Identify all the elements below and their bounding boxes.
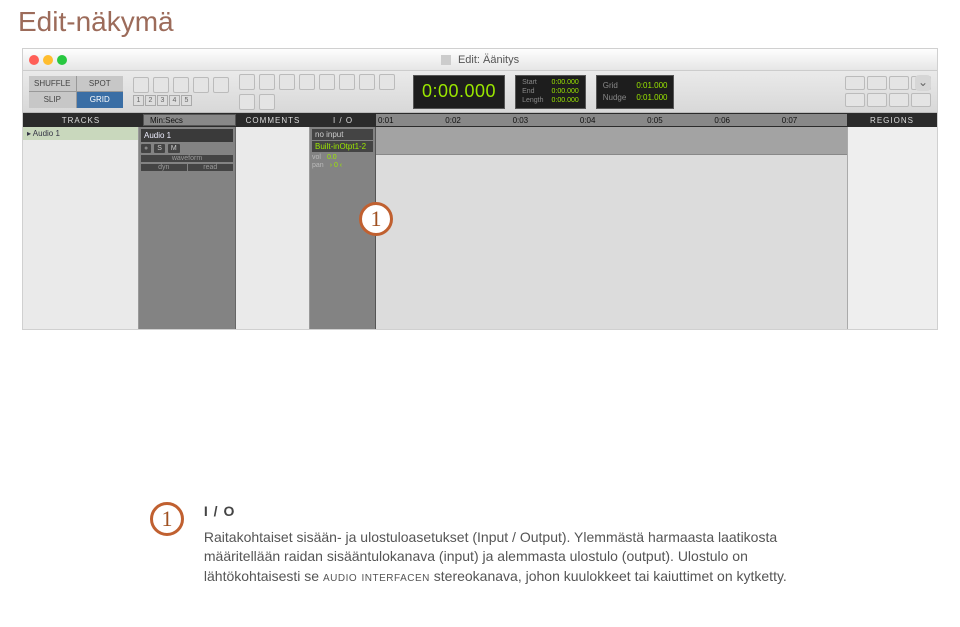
zoom-tools[interactable] xyxy=(133,77,229,93)
pan-label: pan xyxy=(312,162,324,169)
tracks-list[interactable]: ▸ Audio 1 xyxy=(23,127,139,329)
mute-button[interactable]: M xyxy=(168,144,180,153)
edit-tools[interactable] xyxy=(239,74,399,110)
callout-marker-1: 1 xyxy=(359,202,393,236)
toolbar-collapse-icon[interactable]: ⌄ xyxy=(915,75,931,91)
caption-1: 1 I / O Raitakohtaiset sisään- ja ulostu… xyxy=(150,502,840,586)
selection-counters: Start0:00.000 End0:00.000 Length0:00.000 xyxy=(515,75,586,109)
stop-icon[interactable] xyxy=(867,76,887,90)
ffwd-icon[interactable] xyxy=(889,93,909,107)
page-title: Edit-näkymä xyxy=(0,0,960,46)
track-list-name: Audio 1 xyxy=(33,129,60,138)
timebase-selector[interactable]: Min:Secs xyxy=(143,114,236,126)
goto-end-icon[interactable] xyxy=(911,93,931,107)
track-lane[interactable] xyxy=(376,127,847,155)
regions-header: REGIONS xyxy=(847,116,937,125)
minimize-icon[interactable] xyxy=(43,55,53,65)
mode-spot[interactable]: SPOT xyxy=(77,76,124,92)
toolbar: SHUFFLE SPOT SLIP GRID 12345 0:00.000 St… xyxy=(23,71,937,113)
solo-button[interactable]: S xyxy=(154,144,165,153)
elastic-dyn[interactable]: dyn xyxy=(141,164,187,171)
mode-slip[interactable]: SLIP xyxy=(29,92,76,108)
caption-heading: I / O xyxy=(204,502,814,522)
track-name[interactable]: Audio 1 xyxy=(141,129,233,142)
timeline-ruler[interactable]: 0:010:020:030:040:050:060:07 xyxy=(376,114,847,126)
disclosure-icon[interactable]: ▸ xyxy=(27,129,31,138)
track-list-item[interactable]: ▸ Audio 1 xyxy=(23,127,138,140)
zoom-icon[interactable] xyxy=(57,55,67,65)
workspace: ▸ Audio 1 Audio 1 ● S M waveform dyn rea… xyxy=(23,127,937,329)
main-counter[interactable]: 0:00.000 xyxy=(413,75,505,109)
record-icon[interactable] xyxy=(845,76,865,90)
input-selector[interactable]: no input xyxy=(312,129,373,140)
record-enable[interactable]: ● xyxy=(141,144,151,153)
app-screenshot: ⌄ Edit: Äänitys SHUFFLE SPOT SLIP GRID 1… xyxy=(22,48,938,330)
title-bar: Edit: Äänitys xyxy=(23,49,937,71)
output-selector[interactable]: Built-inOtpt1-2 xyxy=(312,141,373,152)
window-title: Edit: Äänitys xyxy=(458,54,519,66)
caption-body: Raitakohtaiset sisään- ja ulostuloasetuk… xyxy=(204,528,814,587)
io-header: I / O xyxy=(310,116,376,125)
mode-grid[interactable]: GRID xyxy=(77,92,124,108)
mode-shuffle[interactable]: SHUFFLE xyxy=(29,76,76,92)
caption-marker-1: 1 xyxy=(150,502,184,536)
grid-nudge[interactable]: Grid0:01.000 Nudge0:01.000 xyxy=(596,75,675,109)
zoom-presets[interactable]: 12345 xyxy=(133,95,229,106)
edit-mode-selector[interactable]: SHUFFLE SPOT SLIP GRID xyxy=(29,76,123,108)
comments-column[interactable] xyxy=(236,127,310,329)
track-header[interactable]: Audio 1 ● S M waveform dyn read xyxy=(139,127,236,329)
close-icon[interactable] xyxy=(29,55,39,65)
automation-read[interactable]: read xyxy=(188,164,234,171)
regions-list[interactable] xyxy=(847,127,937,329)
play-icon[interactable] xyxy=(889,76,909,90)
rewind-icon[interactable] xyxy=(867,93,887,107)
track-view[interactable]: waveform xyxy=(141,155,233,162)
window-controls[interactable] xyxy=(29,55,67,65)
pan-value: › 0 ‹ xyxy=(330,162,342,169)
rtz-icon[interactable] xyxy=(845,93,865,107)
tracks-header: TRACKS xyxy=(23,116,139,125)
timeline-area[interactable] xyxy=(376,127,847,329)
comments-header: COMMENTS xyxy=(236,116,310,125)
column-headers: TRACKS Min:Secs COMMENTS I / O 0:010:020… xyxy=(23,113,937,127)
document-icon xyxy=(441,55,451,65)
vol-value: 0.0 xyxy=(327,154,337,161)
vol-label: vol xyxy=(312,154,321,161)
main-counter-value: 0:00.000 xyxy=(422,81,496,102)
